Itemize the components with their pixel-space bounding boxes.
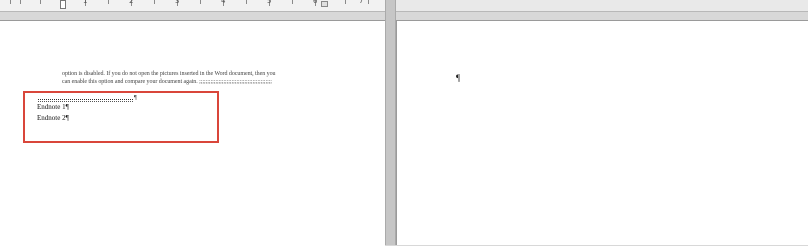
ruler-tick — [246, 0, 247, 4]
ruler-number: 6 — [313, 0, 318, 5]
document-page-right[interactable]: ¶ — [396, 20, 808, 245]
horizontal-ruler[interactable]: 1 2 3 4 5 6 7 — [0, 0, 385, 12]
ruler-number: 2 — [129, 0, 134, 5]
ruler-tick — [154, 0, 155, 4]
document-page-left[interactable]: option is disabled. If you do not open t… — [0, 20, 385, 246]
ruler-tick — [108, 0, 109, 4]
ruler-tick — [292, 0, 293, 4]
ruler-tick — [368, 0, 369, 4]
ruler-right-segment — [396, 0, 808, 12]
highlight-rectangle — [23, 91, 219, 143]
right-indent-marker[interactable] — [321, 1, 328, 7]
ruler-number: 7 — [359, 0, 364, 5]
ruler-tick — [10, 0, 11, 4]
ruler-number: 4 — [221, 0, 226, 5]
ruler-tick — [345, 0, 346, 4]
paragraph-mark: ¶ — [456, 73, 461, 83]
ruler-tick — [40, 0, 41, 4]
body-text-line: option is disabled. If you do not open t… — [62, 71, 276, 77]
ruler-tick — [200, 0, 201, 4]
ruler-number: 5 — [267, 0, 272, 5]
body-text-line: can enable this option and compare your … — [62, 79, 272, 85]
ruler-number: 3 — [175, 0, 180, 5]
left-indent-marker[interactable] — [60, 0, 66, 9]
ruler-number: 1 — [83, 0, 88, 5]
split-view-divider[interactable] — [385, 0, 396, 245]
ruler-tick — [20, 0, 21, 4]
